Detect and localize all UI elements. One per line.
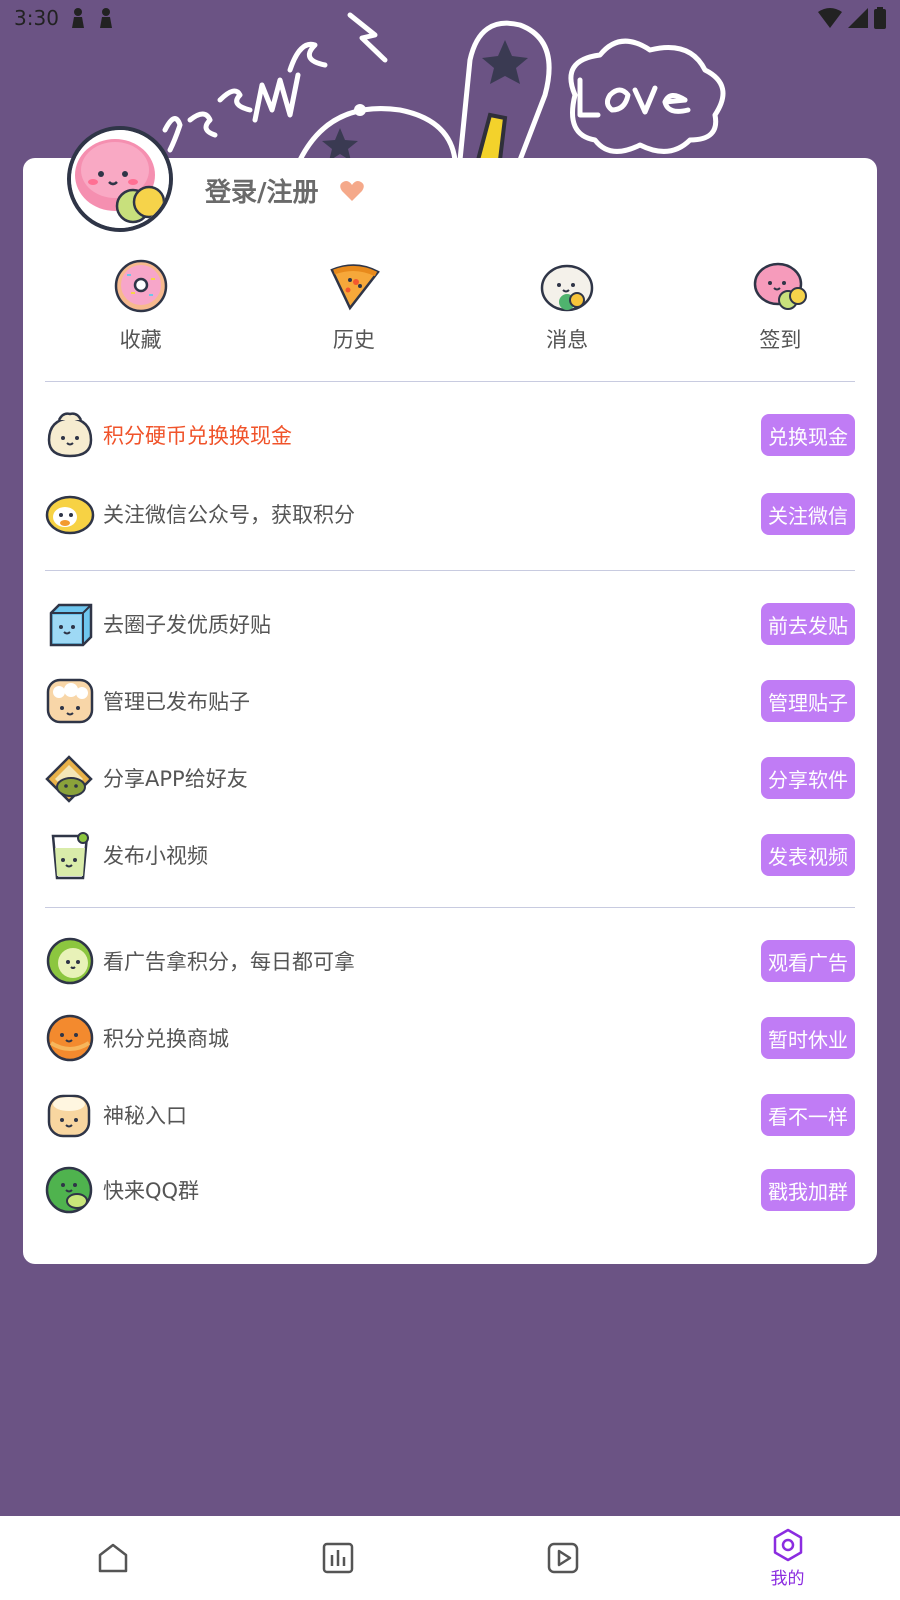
quick-action-favorites[interactable]: 收藏 [44, 258, 237, 358]
list-item: 快来QQ群 戳我加群 [45, 1166, 855, 1214]
juice-cup-icon [51, 832, 89, 880]
list-item: 神秘入口 看不一样 [45, 1092, 855, 1138]
divider [45, 570, 855, 571]
watch-ads-text: 看广告拿积分，每日都可拿 [103, 950, 355, 974]
go-post-text: 去圈子发优质好贴 [103, 613, 271, 637]
secret-entry-text: 神秘入口 [103, 1104, 187, 1128]
watch-ads-button[interactable]: 观看广告 [761, 940, 855, 982]
toast-icon [45, 755, 93, 803]
secret-entry-button[interactable]: 看不一样 [761, 1094, 855, 1136]
pizza-icon [330, 264, 380, 311]
list-item: 管理已发布贴子 管理贴子 [45, 678, 855, 724]
list-item: 分享APP给好友 分享软件 [45, 755, 855, 803]
follow-wechat-text: 关注微信公众号，获取积分 [103, 503, 355, 527]
quick-action-label: 签到 [759, 328, 802, 352]
list-item: 发布小视频 发表视频 [45, 832, 855, 880]
quick-action-label: 收藏 [119, 328, 162, 352]
qq-group-button[interactable]: 戳我加群 [761, 1169, 855, 1211]
quick-action-label: 消息 [546, 328, 589, 352]
go-post-button[interactable]: 前去发贴 [761, 603, 855, 645]
dumpling-icon [47, 412, 93, 458]
points-mall-text: 积分兑换商城 [103, 1027, 229, 1051]
quick-action-history[interactable]: 历史 [257, 258, 450, 358]
manage-posts-button[interactable]: 管理贴子 [761, 680, 855, 722]
login-register-link[interactable]: 登录/注册 [205, 172, 319, 209]
home-icon [98, 1543, 127, 1573]
nav-video[interactable] [450, 1516, 675, 1600]
melon-icon [46, 937, 94, 985]
avatar[interactable] [67, 126, 173, 232]
divider [45, 907, 855, 908]
points-mall-button[interactable]: 暂时休业 [761, 1017, 855, 1059]
post-video-text: 发布小视频 [103, 844, 208, 868]
quick-action-messages[interactable]: 消息 [471, 258, 664, 358]
list-item: 积分兑换商城 暂时休业 [45, 1014, 855, 1062]
bottom-nav: 我的 [0, 1516, 900, 1600]
exchange-cash-text: 积分硬币兑换换现金 [103, 424, 292, 448]
post-video-button[interactable]: 发表视频 [761, 834, 855, 876]
play-icon [547, 1542, 578, 1574]
list-item: 积分硬币兑换换现金 兑换现金 [45, 412, 855, 458]
lemon-icon [45, 495, 95, 535]
pudding-icon [47, 1094, 91, 1138]
divider [45, 381, 855, 382]
nav-home[interactable] [0, 1516, 225, 1600]
rice-ball-icon [540, 264, 594, 312]
nav-stats[interactable] [225, 1516, 450, 1600]
manage-posts-text: 管理已发布贴子 [103, 690, 250, 714]
quick-actions: 收藏 历史 消息 签到 [23, 258, 877, 358]
exchange-cash-button[interactable]: 兑换现金 [761, 414, 855, 456]
nav-mine[interactable]: 我的 [675, 1516, 900, 1600]
share-app-button[interactable]: 分享软件 [761, 757, 855, 799]
mochi-avatar-icon [71, 130, 169, 228]
bun-icon [46, 678, 94, 724]
nav-mine-label: 我的 [770, 1568, 805, 1589]
qq-group-text: 快来QQ群 [103, 1179, 200, 1203]
quick-action-label: 历史 [332, 328, 375, 352]
chart-icon [322, 1542, 353, 1574]
donut-icon [114, 259, 167, 313]
follow-wechat-button[interactable]: 关注微信 [761, 493, 855, 535]
quick-action-checkin[interactable]: 签到 [684, 258, 877, 358]
list-item: 看广告拿积分，每日都可拿 观看广告 [45, 937, 855, 985]
heart-icon [339, 180, 364, 201]
hexagon-icon [773, 1528, 802, 1561]
lime-icon [45, 1166, 93, 1214]
profile-card: 登录/注册 收藏 历史 消息 签到 积分硬币兑换换现金 兑换现金 关注微信公众号… [23, 126, 877, 1264]
list-item: 关注微信公众号，获取积分 关注微信 [45, 491, 855, 537]
list-item: 去圈子发优质好贴 前去发贴 [45, 601, 855, 647]
ice-cube-icon [49, 603, 93, 647]
orange-cookie-icon [46, 1014, 94, 1062]
mochi-icon [754, 262, 808, 310]
share-app-text: 分享APP给好友 [103, 767, 248, 791]
